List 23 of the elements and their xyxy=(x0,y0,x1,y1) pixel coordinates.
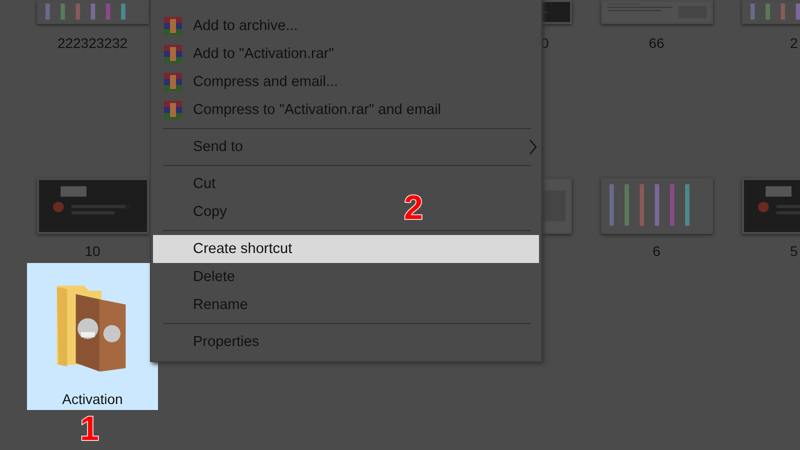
file-name[interactable]: 10 xyxy=(84,242,100,260)
menu-item[interactable]: Send to xyxy=(153,133,537,161)
file-name[interactable]: 5 xyxy=(727,242,798,260)
step-number: 2 xyxy=(404,191,423,225)
menu-item[interactable]: Create shortcut xyxy=(153,235,539,263)
file-name[interactable]: 2 xyxy=(727,34,798,52)
chevron-right-icon xyxy=(529,139,537,155)
step-number: 1 xyxy=(80,412,99,446)
menu-item[interactable]: Add to archive... xyxy=(153,12,298,40)
menu-item[interactable]: Add to "Activation.rar" xyxy=(153,40,334,68)
menu-item[interactable]: Compress and email... xyxy=(153,68,338,96)
folder-tile[interactable]: Activation xyxy=(27,263,158,410)
books-icon xyxy=(164,17,182,35)
menu-item[interactable]: Compress to "Activation.rar" and email xyxy=(153,96,442,124)
folder-name: Activation xyxy=(62,391,123,407)
file-name[interactable]: 222323232 xyxy=(57,34,128,52)
books-icon xyxy=(164,45,182,63)
file-name[interactable]: 6 xyxy=(652,242,660,260)
menu-item[interactable]: Copy xyxy=(153,198,227,226)
books-icon xyxy=(164,73,182,91)
file-name[interactable]: 66 xyxy=(648,34,664,52)
books-icon xyxy=(164,101,182,119)
menu-item[interactable]: Cut xyxy=(153,170,216,198)
